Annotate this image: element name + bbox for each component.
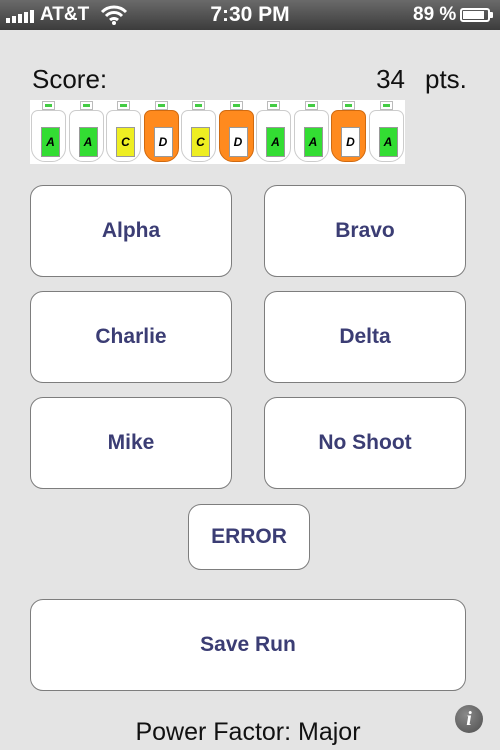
hit-zone-label: D xyxy=(228,127,248,157)
battery-fill xyxy=(463,11,485,19)
mike-button[interactable]: Mike xyxy=(30,397,232,489)
hit-zone-label: A xyxy=(41,127,60,157)
hit-zone-label: C xyxy=(191,127,210,157)
target-cap xyxy=(267,101,280,110)
hit-target: A xyxy=(30,100,68,164)
hit-target: A xyxy=(255,100,293,164)
save-run-button[interactable]: Save Run xyxy=(30,599,466,691)
battery-percentage: 89 % xyxy=(413,4,457,25)
delta-button[interactable]: Delta xyxy=(264,291,466,383)
target-body: A xyxy=(368,110,404,162)
target-cap xyxy=(192,101,205,110)
target-body: A xyxy=(293,110,329,162)
hit-zone-label: A xyxy=(266,127,285,157)
battery-tip xyxy=(490,12,493,18)
hit-target: D xyxy=(143,100,181,164)
score-unit: pts. xyxy=(425,64,467,94)
target-body: D xyxy=(143,110,179,162)
hit-zone-label: D xyxy=(153,127,173,157)
target-body: D xyxy=(218,110,254,162)
target-body: D xyxy=(331,110,366,162)
target-cap xyxy=(342,101,355,110)
hit-zone-label: A xyxy=(78,127,98,157)
target-cap xyxy=(304,101,318,110)
hit-target: A xyxy=(293,100,331,164)
score-label: Score: xyxy=(32,64,108,94)
no-shoot-button[interactable]: No Shoot xyxy=(264,397,466,489)
info-icon[interactable]: i xyxy=(455,705,483,733)
power-factor-label: Power Factor: Major xyxy=(135,718,361,746)
charlie-button[interactable]: Charlie xyxy=(30,291,232,383)
score-value: 34 xyxy=(376,64,405,94)
target-cap xyxy=(79,101,93,110)
target-body: A xyxy=(31,110,66,162)
target-cap xyxy=(117,101,130,110)
status-bar: AT&T 7:30 PM 89 % xyxy=(0,0,500,30)
target-body: C xyxy=(181,110,216,162)
error-button[interactable]: ERROR xyxy=(188,504,310,570)
target-body: A xyxy=(256,110,291,162)
hit-zone-label: D xyxy=(341,127,360,157)
target-cap xyxy=(154,101,168,110)
alpha-button[interactable]: Alpha xyxy=(30,185,232,277)
hit-zone-label: C xyxy=(116,127,135,157)
hit-target-strip: AACDCDAADA xyxy=(30,100,405,164)
hit-zone-label: A xyxy=(303,127,323,157)
hit-zone-label: A xyxy=(378,127,398,157)
bravo-button[interactable]: Bravo xyxy=(264,185,466,277)
target-body: A xyxy=(68,110,104,162)
hit-target: D xyxy=(218,100,256,164)
target-body: C xyxy=(106,110,141,162)
target-cap xyxy=(42,101,55,110)
hit-target: A xyxy=(368,100,406,164)
target-cap xyxy=(229,101,243,110)
hit-target: C xyxy=(105,100,143,164)
hit-target: D xyxy=(330,100,368,164)
target-cap xyxy=(379,101,393,110)
battery-icon xyxy=(460,8,490,22)
hit-target: C xyxy=(180,100,218,164)
hit-target: A xyxy=(68,100,106,164)
